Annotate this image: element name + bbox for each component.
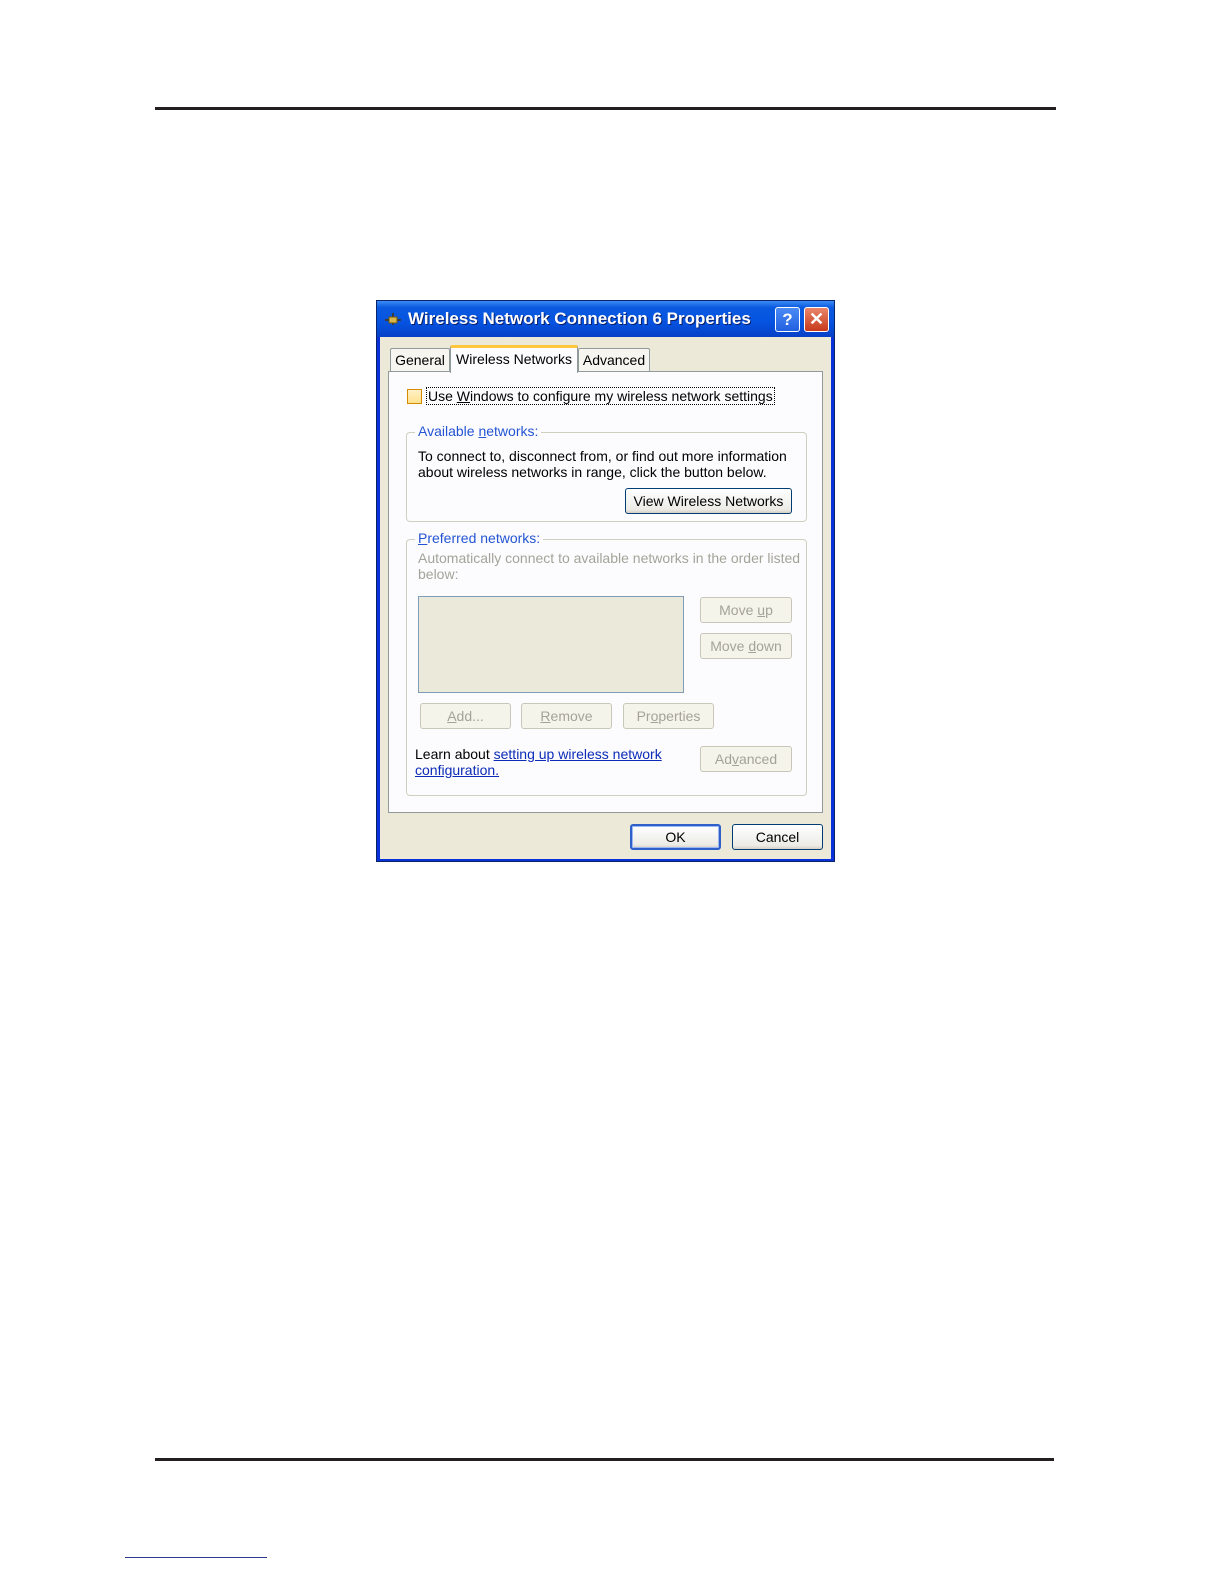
move-down-button[interactable]: Move down <box>700 633 792 659</box>
use-windows-checkbox[interactable] <box>407 389 422 404</box>
advanced-button[interactable]: Advanced <box>700 746 792 772</box>
remove-button[interactable]: Remove <box>521 703 612 729</box>
tab-wireless-networks[interactable]: Wireless Networks <box>450 345 578 373</box>
available-networks-group: Available networks: To connect to, disco… <box>406 423 807 522</box>
preferred-networks-legend: Preferred networks: <box>415 530 544 546</box>
view-wireless-networks-button[interactable]: View Wireless Networks <box>625 488 792 514</box>
preferred-networks-list[interactable] <box>418 596 684 693</box>
page-top-rule <box>155 107 1056 110</box>
learn-about-link-continued[interactable]: configuration. <box>415 762 499 778</box>
footnote-rule <box>125 1557 267 1558</box>
title-bar[interactable]: Wireless Network Connection 6 Properties… <box>377 301 834 337</box>
ok-button[interactable]: OK <box>630 824 721 850</box>
available-networks-description: To connect to, disconnect from, or find … <box>418 448 787 480</box>
preferred-networks-description: Automatically connect to available netwo… <box>418 550 801 582</box>
learn-about-link[interactable]: setting up wireless network <box>494 746 662 762</box>
dialog-client-area: General Wireless Networks Advanced Use W… <box>380 337 831 859</box>
close-button[interactable]: ✕ <box>804 307 829 332</box>
page-bottom-rule <box>155 1458 1054 1461</box>
use-windows-label[interactable]: Use Windows to configure my wireless net… <box>426 387 775 405</box>
move-up-button[interactable]: Move up <box>700 597 792 623</box>
add-button[interactable]: Add... <box>420 703 511 729</box>
wireless-networks-panel: Use Windows to configure my wireless net… <box>388 371 823 813</box>
available-networks-legend: Available networks: <box>415 423 542 439</box>
tab-advanced[interactable]: Advanced <box>578 348 650 372</box>
learn-about-text: Learn about setting up wireless network … <box>415 746 662 778</box>
cancel-button[interactable]: Cancel <box>732 824 823 850</box>
properties-dialog: Wireless Network Connection 6 Properties… <box>376 300 835 862</box>
dialog-title: Wireless Network Connection 6 Properties <box>408 309 751 328</box>
preferred-networks-group: Preferred networks: Automatically connec… <box>406 530 807 796</box>
network-connection-icon <box>385 313 401 325</box>
help-button[interactable]: ? <box>775 307 800 332</box>
tab-general[interactable]: General <box>390 348 450 372</box>
properties-button[interactable]: Properties <box>623 703 714 729</box>
